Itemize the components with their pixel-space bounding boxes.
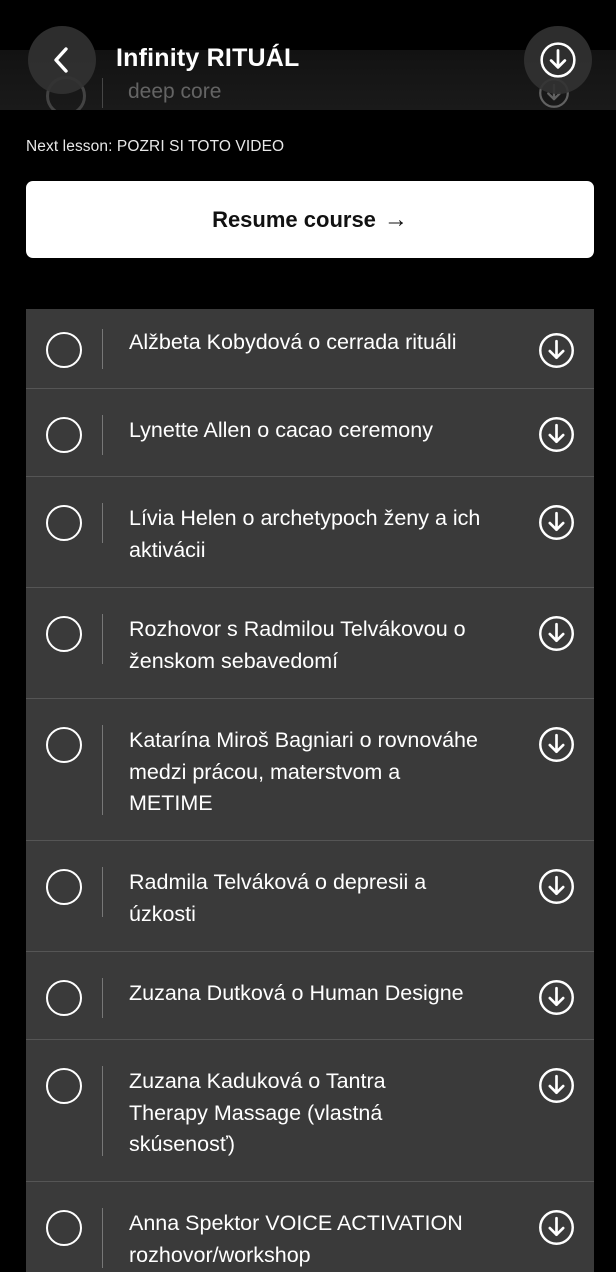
lesson-row[interactable]: Lynette Allen o cacao ceremony [26, 389, 594, 477]
back-button[interactable] [28, 26, 96, 94]
completion-circle-icon[interactable] [46, 332, 82, 368]
lesson-list: Alžbeta Kobydová o cerrada rituáli Lynet… [26, 309, 594, 1272]
row-divider [102, 867, 103, 917]
lesson-row[interactable]: Alžbeta Kobydová o cerrada rituáli [26, 309, 594, 389]
row-divider [102, 978, 103, 1018]
download-icon[interactable] [538, 332, 575, 369]
next-lesson-label: Next lesson: POZRI SI TOTO VIDEO [26, 138, 285, 155]
download-icon [539, 41, 577, 79]
lesson-title: Alžbeta Kobydová o cerrada rituáli [129, 330, 457, 354]
lesson-title: Lívia Helen o archetypoch ženy a ich akt… [129, 506, 481, 562]
resume-course-button[interactable]: Resume course → [26, 181, 594, 258]
completion-circle-icon[interactable] [46, 727, 82, 763]
download-course-button[interactable] [524, 26, 592, 94]
lesson-title: Rozhovor s Radmilou Telvákovou o ženskom… [129, 617, 466, 673]
lesson-row[interactable]: Radmila Telváková o depresii a úzkosti [26, 841, 594, 952]
ghost-divider [102, 78, 103, 108]
lesson-row[interactable]: Zuzana Dutková o Human Designe [26, 952, 594, 1040]
row-divider [102, 329, 103, 369]
lesson-title: Lynette Allen o cacao ceremony [129, 418, 433, 442]
download-icon[interactable] [538, 726, 575, 763]
download-icon[interactable] [538, 504, 575, 541]
lesson-row[interactable]: Lívia Helen o archetypoch ženy a ich akt… [26, 477, 594, 588]
row-divider [102, 725, 103, 815]
top-bar: deep core Infinity RITUÁL [0, 0, 616, 110]
lesson-title: Zuzana Dutková o Human Designe [129, 981, 464, 1005]
completion-circle-icon[interactable] [46, 505, 82, 541]
completion-circle-icon[interactable] [46, 616, 82, 652]
lesson-row[interactable]: Zuzana Kaduková o Tantra Therapy Massage… [26, 1040, 594, 1182]
lesson-title: Katarína Miroš Bagniari o rovnováhe medz… [129, 728, 478, 815]
completion-circle-icon[interactable] [46, 1068, 82, 1104]
download-icon[interactable] [538, 615, 575, 652]
page-title: Infinity RITUÁL [116, 44, 300, 72]
completion-circle-icon[interactable] [46, 1210, 82, 1246]
download-icon[interactable] [538, 868, 575, 905]
ghost-lesson-title: deep core [128, 80, 222, 103]
row-divider [102, 1066, 103, 1156]
completion-circle-icon[interactable] [46, 980, 82, 1016]
lesson-title: Zuzana Kaduková o Tantra Therapy Massage… [129, 1069, 386, 1156]
chevron-left-icon [51, 45, 73, 75]
download-icon[interactable] [538, 1209, 575, 1246]
lesson-row[interactable]: Anna Spektor VOICE ACTIVATION rozhovor/w… [26, 1182, 594, 1272]
lesson-title: Radmila Telváková o depresii a úzkosti [129, 870, 427, 926]
row-divider [102, 503, 103, 543]
resume-label: Resume course [212, 206, 376, 232]
row-divider [102, 614, 103, 664]
lesson-row[interactable]: Katarína Miroš Bagniari o rovnováhe medz… [26, 699, 594, 841]
download-icon[interactable] [538, 416, 575, 453]
download-icon[interactable] [538, 979, 575, 1016]
lesson-title: Anna Spektor VOICE ACTIVATION rozhovor/w… [129, 1211, 463, 1267]
arrow-right-icon: → [383, 205, 408, 233]
row-divider [102, 1208, 103, 1268]
row-divider [102, 415, 103, 455]
completion-circle-icon[interactable] [46, 869, 82, 905]
download-icon[interactable] [538, 1067, 575, 1104]
completion-circle-icon[interactable] [46, 417, 82, 453]
lesson-row[interactable]: Rozhovor s Radmilou Telvákovou o ženskom… [26, 588, 594, 699]
